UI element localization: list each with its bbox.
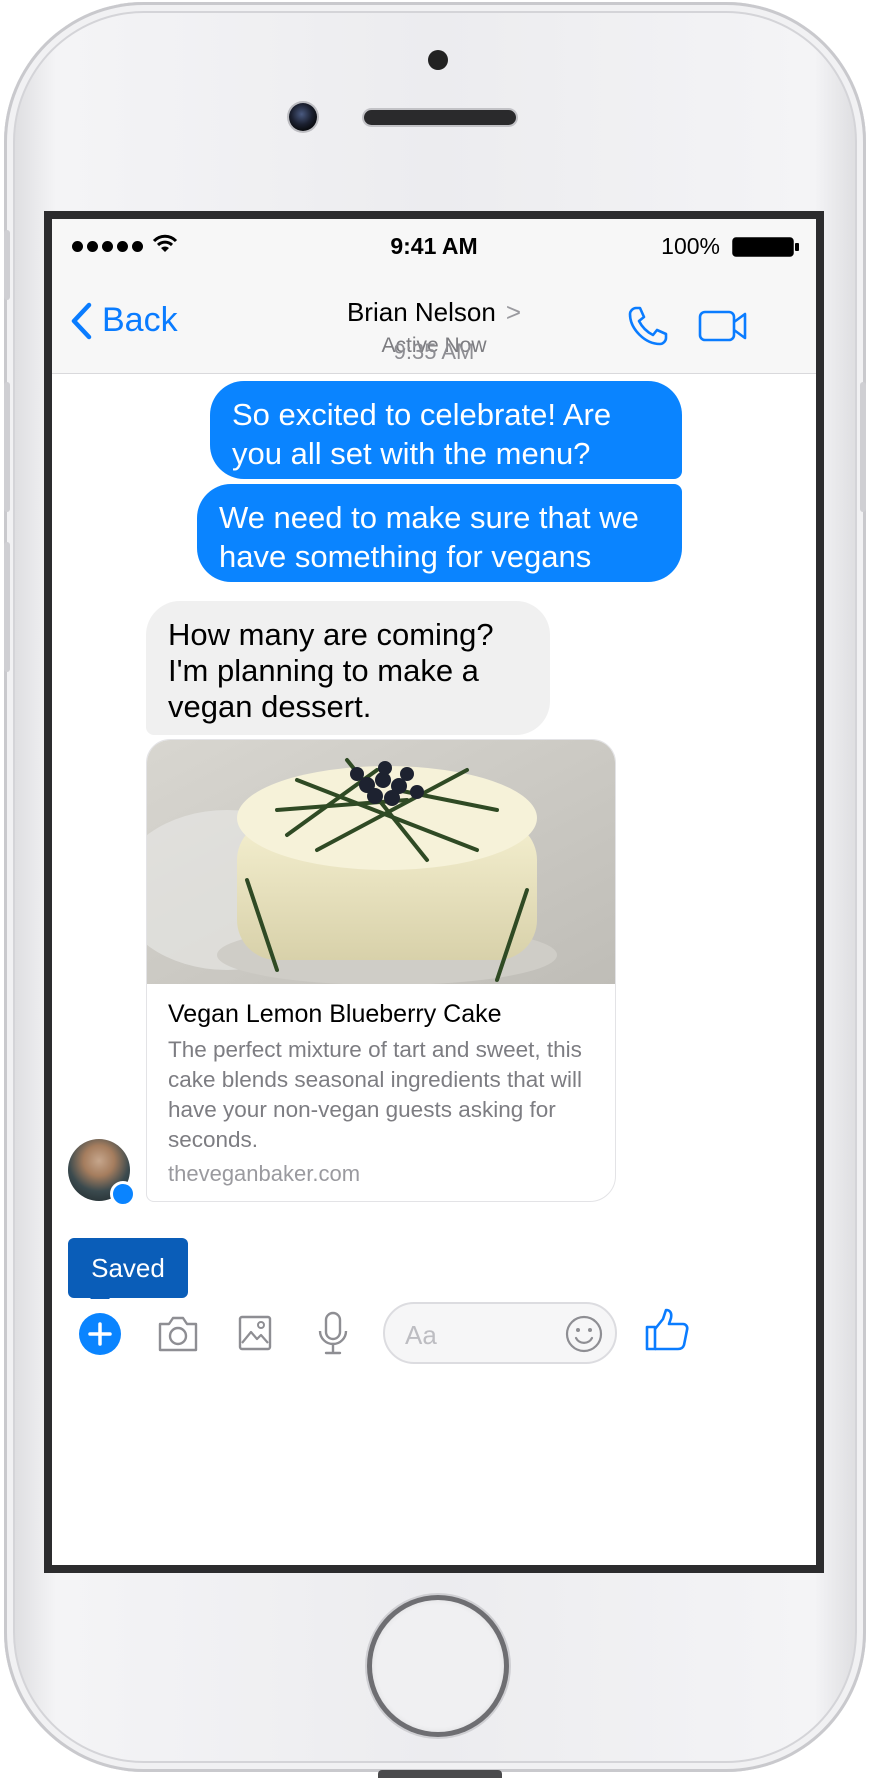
battery-icon (732, 237, 799, 257)
home-button[interactable] (372, 1600, 504, 1732)
power-button (860, 382, 866, 512)
more-actions-button[interactable] (79, 1313, 121, 1355)
image-icon[interactable] (238, 1315, 272, 1351)
screen: 9:41 AM 100% Back Brian Nelson > Active N… (52, 219, 816, 1565)
smiley-icon[interactable] (565, 1315, 603, 1353)
message-timestamp: 9:35 AM (393, 339, 475, 364)
video-camera-icon[interactable] (698, 309, 748, 343)
message-input-container[interactable] (383, 1302, 617, 1364)
bottom-connector (378, 1770, 502, 1778)
mute-switch (4, 230, 10, 300)
front-camera (289, 103, 317, 131)
earpiece-speaker (364, 110, 516, 125)
volume-up-button (4, 382, 10, 512)
sent-message[interactable]: We need to make sure that we have someth… (197, 484, 682, 613)
chevron-right-icon: > (505, 297, 522, 327)
status-bar: 9:41 AM 100% (52, 219, 816, 267)
saved-tooltip: Saved (68, 1238, 188, 1308)
camera-icon[interactable] (156, 1315, 200, 1353)
link-card-title: Vegan Lemon Blueberry Cake (168, 1000, 502, 1028)
link-preview-card[interactable]: Vegan Lemon Blueberry Cake The perfect m… (146, 739, 616, 1202)
volume-down-button (4, 542, 10, 672)
messenger-badge-icon (110, 1181, 136, 1207)
received-message[interactable]: How many are coming? I'm planning to mak… (146, 601, 550, 735)
microphone-icon[interactable] (316, 1311, 350, 1355)
proximity-sensor (428, 50, 448, 70)
link-card-domain: theveganbaker.com (168, 1161, 361, 1186)
thumbs-up-icon[interactable] (644, 1307, 690, 1353)
plus-icon (88, 1322, 112, 1346)
message-input[interactable] (403, 1316, 557, 1354)
battery-percentage: 100% (661, 233, 720, 259)
cake-image (147, 740, 615, 984)
link-card-description: The perfect mixture of tart and sweet, t… (168, 1037, 582, 1152)
sent-message[interactable]: So excited to celebrate! Are you all set… (210, 381, 682, 479)
contact-name: Brian Nelson (346, 297, 496, 327)
